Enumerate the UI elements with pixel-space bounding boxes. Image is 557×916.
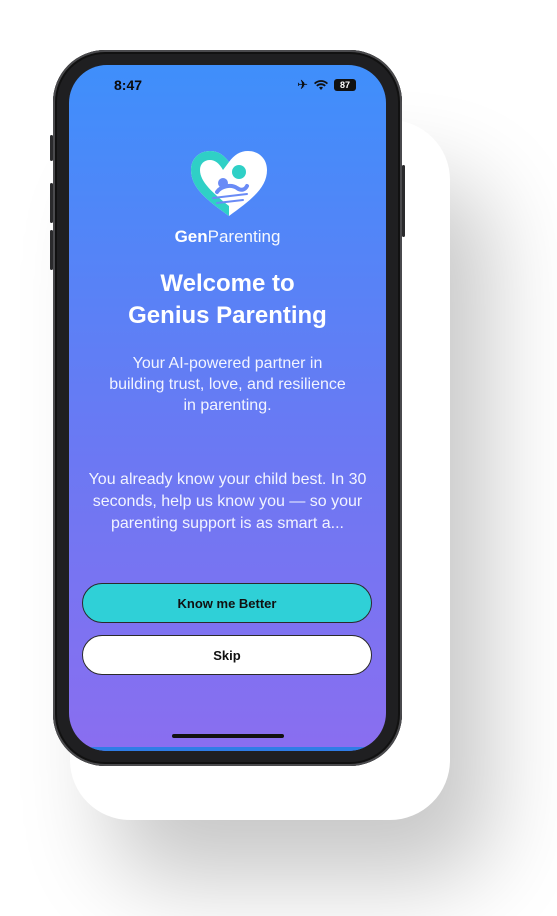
app-screen: 8:47 ✈ 87 GenParenting Welcome to Genius… [69, 65, 386, 751]
welcome-title: Welcome to Genius Parenting [69, 268, 386, 332]
status-bar: 8:47 ✈ 87 [69, 77, 386, 97]
welcome-title-line1: Welcome to [160, 270, 295, 297]
power-button [402, 165, 405, 237]
brand-name: GenParenting [69, 227, 386, 247]
status-icons: ✈ 87 [297, 77, 356, 93]
volume-down-button [50, 230, 53, 270]
wifi-icon [314, 79, 328, 90]
status-time: 8:47 [114, 77, 143, 93]
airplane-icon: ✈ [297, 77, 308, 92]
subtitle-text: Your AI-powered partner in building trus… [109, 355, 346, 414]
brand-part-parenting: Parenting [207, 227, 281, 246]
genparenting-logo-icon [191, 151, 267, 216]
skip-button[interactable]: Skip [82, 635, 372, 675]
volume-up-button [50, 183, 53, 223]
home-indicator[interactable] [172, 734, 284, 738]
phone-frame: 8:47 ✈ 87 GenParenting Welcome to Genius… [50, 50, 405, 766]
intro-text: You already know your child best. In 30 … [88, 471, 367, 532]
mute-switch [50, 135, 53, 161]
brand-part-gen: Gen [174, 227, 208, 246]
screen-bottom-edge [69, 747, 386, 751]
battery-icon: 87 [334, 79, 356, 91]
welcome-title-line2: Genius Parenting [128, 302, 327, 329]
know-me-better-button[interactable]: Know me Better [82, 583, 372, 623]
